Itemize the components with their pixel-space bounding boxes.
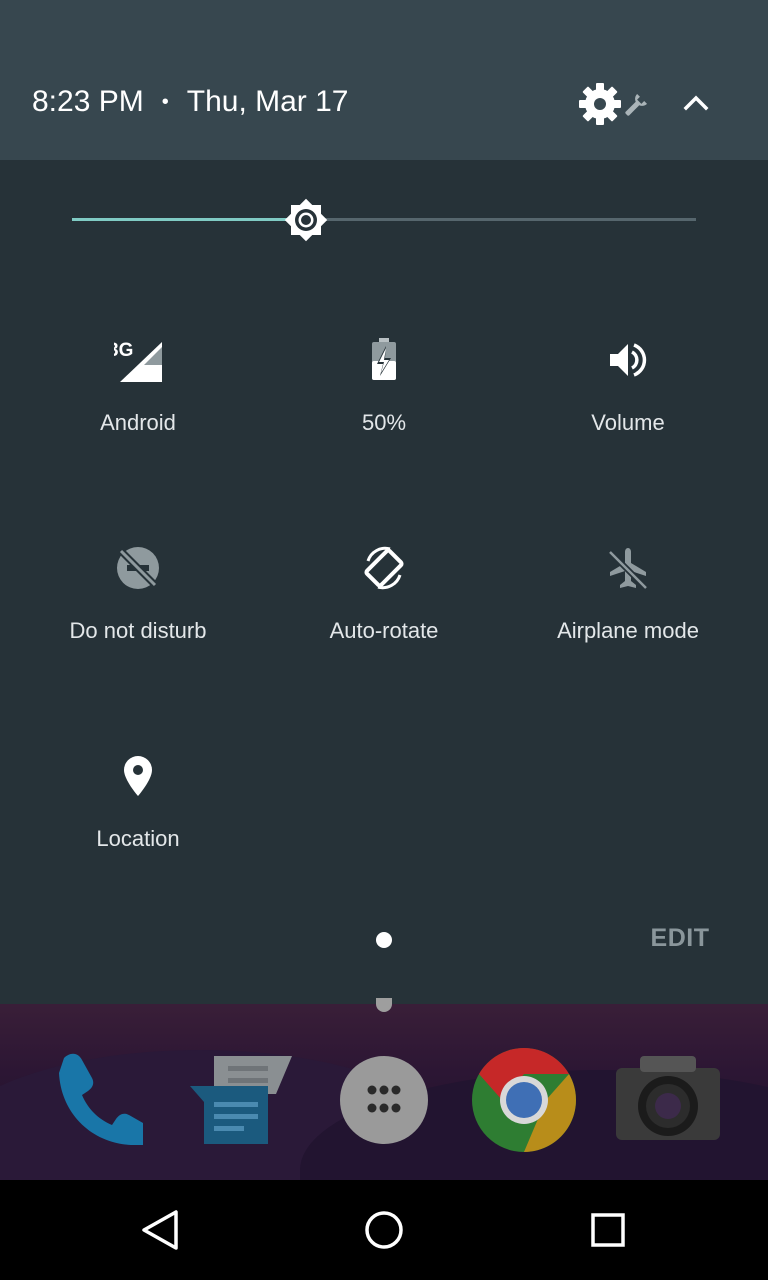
quick-settings-header: 8:23 PM • Thu, Mar 17 xyxy=(0,0,768,160)
dock-camera-app[interactable] xyxy=(610,1044,722,1156)
tile-airplane-mode[interactable]: Airplane mode xyxy=(518,544,738,694)
svg-text:3G: 3G xyxy=(114,340,133,361)
edit-button[interactable]: EDIT xyxy=(640,918,720,958)
tile-auto-rotate-label: Auto-rotate xyxy=(329,618,439,643)
tile-cellular[interactable]: 3G Android xyxy=(28,336,248,486)
messages-icon xyxy=(190,1056,292,1144)
tile-battery-label: 50% xyxy=(361,410,407,435)
back-icon xyxy=(142,1210,178,1250)
dock-chrome-app[interactable] xyxy=(468,1044,580,1156)
phone-icon xyxy=(59,1053,143,1145)
tile-volume[interactable]: Volume xyxy=(518,336,738,486)
location-pin-icon xyxy=(114,752,162,800)
tile-airplane-mode-label: Airplane mode xyxy=(557,618,699,643)
volume-icon xyxy=(604,336,652,384)
clock-time: 8:23 PM xyxy=(32,85,144,118)
do-not-disturb-off-icon xyxy=(114,544,162,592)
chrome-icon xyxy=(472,1048,576,1152)
recents-icon xyxy=(591,1213,625,1247)
collapse-button[interactable] xyxy=(676,80,716,124)
home-icon xyxy=(365,1211,403,1249)
recents-button[interactable] xyxy=(584,1206,632,1254)
signal-3g-icon: 3G xyxy=(108,336,162,384)
settings-button[interactable] xyxy=(576,80,656,128)
tile-battery[interactable]: 50% xyxy=(274,336,494,486)
tile-volume-label: Volume xyxy=(591,410,665,435)
navigation-bar xyxy=(0,1180,768,1280)
dock-phone-app[interactable] xyxy=(44,1044,156,1156)
brightness-sun-icon xyxy=(284,198,328,242)
brightness-thumb[interactable] xyxy=(280,194,332,246)
tile-auto-rotate[interactable]: Auto-rotate xyxy=(274,544,494,694)
date-label: Thu, Mar 17 xyxy=(186,85,349,118)
wrench-icon xyxy=(625,93,648,116)
tile-location-label: Location xyxy=(96,826,180,851)
dock-messages-app[interactable] xyxy=(184,1044,296,1156)
tile-cellular-label: Android xyxy=(100,410,176,435)
clock-date-row[interactable]: 8:23 PM • Thu, Mar 17 xyxy=(32,82,348,122)
quick-settings-panel: 3G Android 50% Volume xyxy=(0,160,768,1004)
airplane-off-icon xyxy=(604,544,652,592)
camera-icon xyxy=(616,1056,720,1140)
settings-gear-icon xyxy=(579,83,648,125)
chevron-up-icon xyxy=(683,95,709,111)
page-indicator-dot xyxy=(376,932,392,948)
brightness-fill xyxy=(72,218,306,221)
tile-do-not-disturb[interactable]: Do not disturb xyxy=(28,544,248,694)
home-button[interactable] xyxy=(360,1206,408,1254)
tile-do-not-disturb-label: Do not disturb xyxy=(69,618,207,643)
dock-app-drawer[interactable] xyxy=(328,1044,440,1156)
brightness-slider[interactable] xyxy=(72,194,696,246)
tile-location[interactable]: Location xyxy=(28,752,248,902)
battery-charging-icon xyxy=(360,336,408,384)
app-drawer-icon xyxy=(340,1056,428,1144)
back-button[interactable] xyxy=(136,1206,184,1254)
separator-dot: • xyxy=(161,90,169,113)
auto-rotate-icon xyxy=(360,544,408,592)
